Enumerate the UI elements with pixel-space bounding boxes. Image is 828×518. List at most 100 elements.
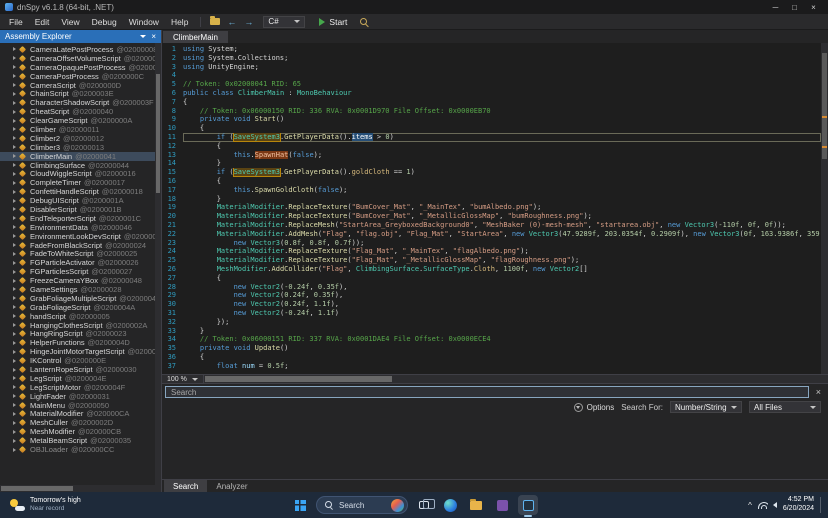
tree-item-IKControl[interactable]: IKControl@0200000E <box>0 356 155 365</box>
code-line-34[interactable]: 34 // Token: 0x06000151 RID: 337 RVA: 0x… <box>162 335 821 344</box>
expander-icon[interactable] <box>13 270 16 274</box>
expander-icon[interactable] <box>13 394 16 398</box>
tree-item-FreezeCameraYBox[interactable]: FreezeCameraYBox@02000048 <box>0 276 155 285</box>
tree-item-CameraPostProcess[interactable]: CameraPostProcess@0200000C <box>0 72 155 81</box>
tree-item-CameraScript[interactable]: CameraScript@0200000D <box>0 81 155 90</box>
hidden-icons-chevron[interactable]: ^ <box>748 501 752 510</box>
zoom-level-selector[interactable]: 100 % <box>162 375 204 383</box>
expander-icon[interactable] <box>13 252 16 256</box>
expander-icon[interactable] <box>13 207 16 211</box>
expander-icon[interactable] <box>13 127 16 131</box>
expander-icon[interactable] <box>13 74 16 78</box>
expander-icon[interactable] <box>13 439 16 443</box>
start-debug-button[interactable]: Start <box>312 16 354 28</box>
dnspy-taskbar-button[interactable] <box>518 495 538 515</box>
code-line-37[interactable]: 37 float num = 0.5f; <box>162 362 821 371</box>
scrollbar-thumb[interactable] <box>156 74 160 193</box>
expander-icon[interactable] <box>13 92 16 96</box>
tree-item-FadeFromBlackScript[interactable]: FadeFromBlackScript@02000024 <box>0 241 155 250</box>
language-selector[interactable]: C# <box>263 16 305 28</box>
code-line-20[interactable]: 20 MaterialModifier.ReplaceTexture("BumC… <box>162 212 821 221</box>
edge-button[interactable] <box>440 495 460 515</box>
file-filter-selector[interactable]: All Files <box>749 401 821 413</box>
menu-debug[interactable]: Debug <box>86 15 123 29</box>
tree-item-MaterialModifier[interactable]: MaterialModifier@020000CA <box>0 410 155 419</box>
expander-icon[interactable] <box>13 119 16 123</box>
code-line-29[interactable]: 29 new Vector2(0.24f, 0.35f), <box>162 291 821 300</box>
tree-item-ConfettiHandleScript[interactable]: ConfettiHandleScript@02000018 <box>0 187 155 196</box>
expander-icon[interactable] <box>13 163 16 167</box>
code-line-27[interactable]: 27 { <box>162 274 821 283</box>
tree-item-handScript[interactable]: handScript@02000005 <box>0 312 155 321</box>
expander-icon[interactable] <box>13 110 16 114</box>
code-line-3[interactable]: 3using UnityEngine; <box>162 63 821 72</box>
tree-item-LegScriptMotor[interactable]: LegScriptMotor@0200004F <box>0 383 155 392</box>
code-line-23[interactable]: 23 new Vector3(0.8f, 0.8f, 0.7f)); <box>162 239 821 248</box>
code-line-35[interactable]: 35 private void Update() <box>162 344 821 353</box>
tree-item-Climber3[interactable]: Climber3@02000013 <box>0 143 155 152</box>
code-line-13[interactable]: 13 this.SpawnHat(false); <box>162 151 821 160</box>
code-line-19[interactable]: 19 MaterialModifier.ReplaceTexture("BumC… <box>162 203 821 212</box>
expander-icon[interactable] <box>13 376 16 380</box>
expander-icon[interactable] <box>13 341 16 345</box>
panel-menu-chevron-icon[interactable] <box>140 35 146 38</box>
tree-vertical-scrollbar[interactable] <box>155 43 161 485</box>
tree-item-CloudWiggleScript[interactable]: CloudWiggleScript@02000016 <box>0 169 155 178</box>
expander-icon[interactable] <box>13 181 16 185</box>
show-desktop-button[interactable] <box>820 497 823 513</box>
panel-tab-search[interactable]: Search <box>164 480 207 492</box>
expander-icon[interactable] <box>13 403 16 407</box>
code-line-14[interactable]: 14 } <box>162 159 821 168</box>
code-line-8[interactable]: 8 // Token: 0x06000150 RID: 336 RVA: 0x0… <box>162 107 821 116</box>
code-line-11[interactable]: 11 if (SaveSystem3.GetPlayerData().items… <box>162 133 821 142</box>
code-line-10[interactable]: 10 { <box>162 124 821 133</box>
tree-item-MeshCuller[interactable]: MeshCuller@0200002D <box>0 418 155 427</box>
minimize-button[interactable]: ─ <box>766 1 785 14</box>
tree-item-ChainScript[interactable]: ChainScript@0200003E <box>0 89 155 98</box>
navigate-back-icon[interactable]: ← <box>224 15 239 28</box>
tree-item-GrabFoliageMultipleScript[interactable]: GrabFoliageMultipleScript@02000049 <box>0 294 155 303</box>
expander-icon[interactable] <box>13 243 16 247</box>
code-line-15[interactable]: 15 if (SaveSystem3.GetPlayerData().goldC… <box>162 168 821 177</box>
menu-view[interactable]: View <box>55 15 85 29</box>
windows-start-button[interactable] <box>290 495 310 515</box>
code-line-32[interactable]: 32 }); <box>162 318 821 327</box>
expander-icon[interactable] <box>13 323 16 327</box>
expander-icon[interactable] <box>13 305 16 309</box>
tree-item-DisablerScript[interactable]: DisablerScript@0200001B <box>0 205 155 214</box>
task-view-button[interactable] <box>414 495 434 515</box>
code-editor[interactable]: 1using System;2using System.Collections;… <box>162 43 828 374</box>
search-input[interactable]: Search <box>165 386 809 398</box>
options-expander[interactable]: Options <box>574 403 615 412</box>
code-line-31[interactable]: 31 new Vector2(-0.24f, 1.1f) <box>162 309 821 318</box>
expander-icon[interactable] <box>13 56 16 60</box>
code-line-12[interactable]: 12 { <box>162 142 821 151</box>
expander-icon[interactable] <box>13 412 16 416</box>
expander-icon[interactable] <box>13 314 16 318</box>
code-line-1[interactable]: 1using System; <box>162 45 821 54</box>
expander-icon[interactable] <box>13 261 16 265</box>
expander-icon[interactable] <box>13 65 16 69</box>
code-line-28[interactable]: 28 new Vector2(-0.24f, 0.35f), <box>162 283 821 292</box>
menu-file[interactable]: File <box>3 15 29 29</box>
search-for-selector[interactable]: Number/String <box>670 401 742 413</box>
code-line-18[interactable]: 18 } <box>162 195 821 204</box>
tree-item-LightFader[interactable]: LightFader@02000031 <box>0 392 155 401</box>
tree-item-HangRingScript[interactable]: HangRingScript@02000023 <box>0 330 155 339</box>
expander-icon[interactable] <box>13 190 16 194</box>
panel-tab-analyzer[interactable]: Analyzer <box>207 480 256 492</box>
code-line-5[interactable]: 5// Token: 0x02000041 RID: 65 <box>162 80 821 89</box>
tree-item-LegScript[interactable]: LegScript@0200004E <box>0 374 155 383</box>
maximize-button[interactable]: □ <box>785 1 804 14</box>
tree-item-ClearGameScript[interactable]: ClearGameScript@0200000A <box>0 116 155 125</box>
expander-icon[interactable] <box>13 145 16 149</box>
expander-icon[interactable] <box>13 430 16 434</box>
tree-item-FGParticlesScript[interactable]: FGParticlesScript@02000027 <box>0 267 155 276</box>
expander-icon[interactable] <box>13 154 16 158</box>
code-line-16[interactable]: 16 { <box>162 177 821 186</box>
tree-item-CompleteTimer[interactable]: CompleteTimer@02000017 <box>0 178 155 187</box>
tree-item-CharacterShadowScript[interactable]: CharacterShadowScript@0200003F <box>0 98 155 107</box>
tree-item-LanternRopeScript[interactable]: LanternRopeScript@02000030 <box>0 365 155 374</box>
search-results-area[interactable] <box>162 416 828 479</box>
code-line-36[interactable]: 36 { <box>162 353 821 362</box>
